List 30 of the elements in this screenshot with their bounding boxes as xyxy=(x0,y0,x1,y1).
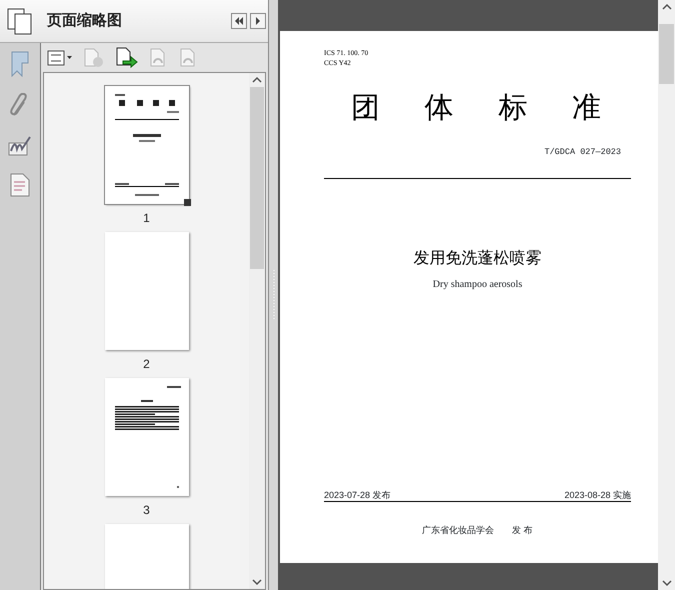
double-left-arrow-icon xyxy=(234,17,244,25)
publish-label: 发 布 xyxy=(512,524,533,538)
standard-number: T/GDCA 027—2023 xyxy=(544,146,621,158)
page-number: 2 xyxy=(143,356,150,373)
page-number: 1 xyxy=(143,210,150,227)
effective-date: 2023-08-28 实施 xyxy=(564,489,631,502)
panel-title: 页面缩略图 xyxy=(47,10,122,31)
page-number: 3 xyxy=(143,502,150,519)
heading-character: 标 xyxy=(498,89,528,126)
options-icon[interactable] xyxy=(47,50,73,66)
scrollbar-thumb[interactable] xyxy=(659,24,674,84)
page-thumbnail[interactable] xyxy=(104,232,188,350)
document-icon[interactable] xyxy=(10,173,30,197)
heading-character: 团 xyxy=(351,89,380,126)
signature-icon[interactable] xyxy=(8,135,32,157)
publish-date: 2023-07-28 发布 xyxy=(324,489,391,502)
heading-character: 体 xyxy=(424,89,454,126)
english-title: Dry shampoo aerosols xyxy=(432,279,522,290)
scrollbar-thumb[interactable] xyxy=(250,87,264,269)
splitter-grip-icon[interactable] xyxy=(272,270,276,320)
collapse-button[interactable] xyxy=(231,13,247,29)
page-thumbnail[interactable] xyxy=(104,86,188,204)
right-arrow-icon xyxy=(255,17,261,25)
page-thumbnail[interactable] xyxy=(104,378,188,496)
heading-character: 准 xyxy=(572,89,601,126)
pages-icon xyxy=(6,7,34,35)
next-button[interactable] xyxy=(250,13,266,29)
publisher-name: 广东省化妆品学会 xyxy=(422,524,494,538)
document-title: 发用免洗蓬松喷雾 xyxy=(414,250,542,268)
insert-page-icon[interactable] xyxy=(115,46,139,68)
